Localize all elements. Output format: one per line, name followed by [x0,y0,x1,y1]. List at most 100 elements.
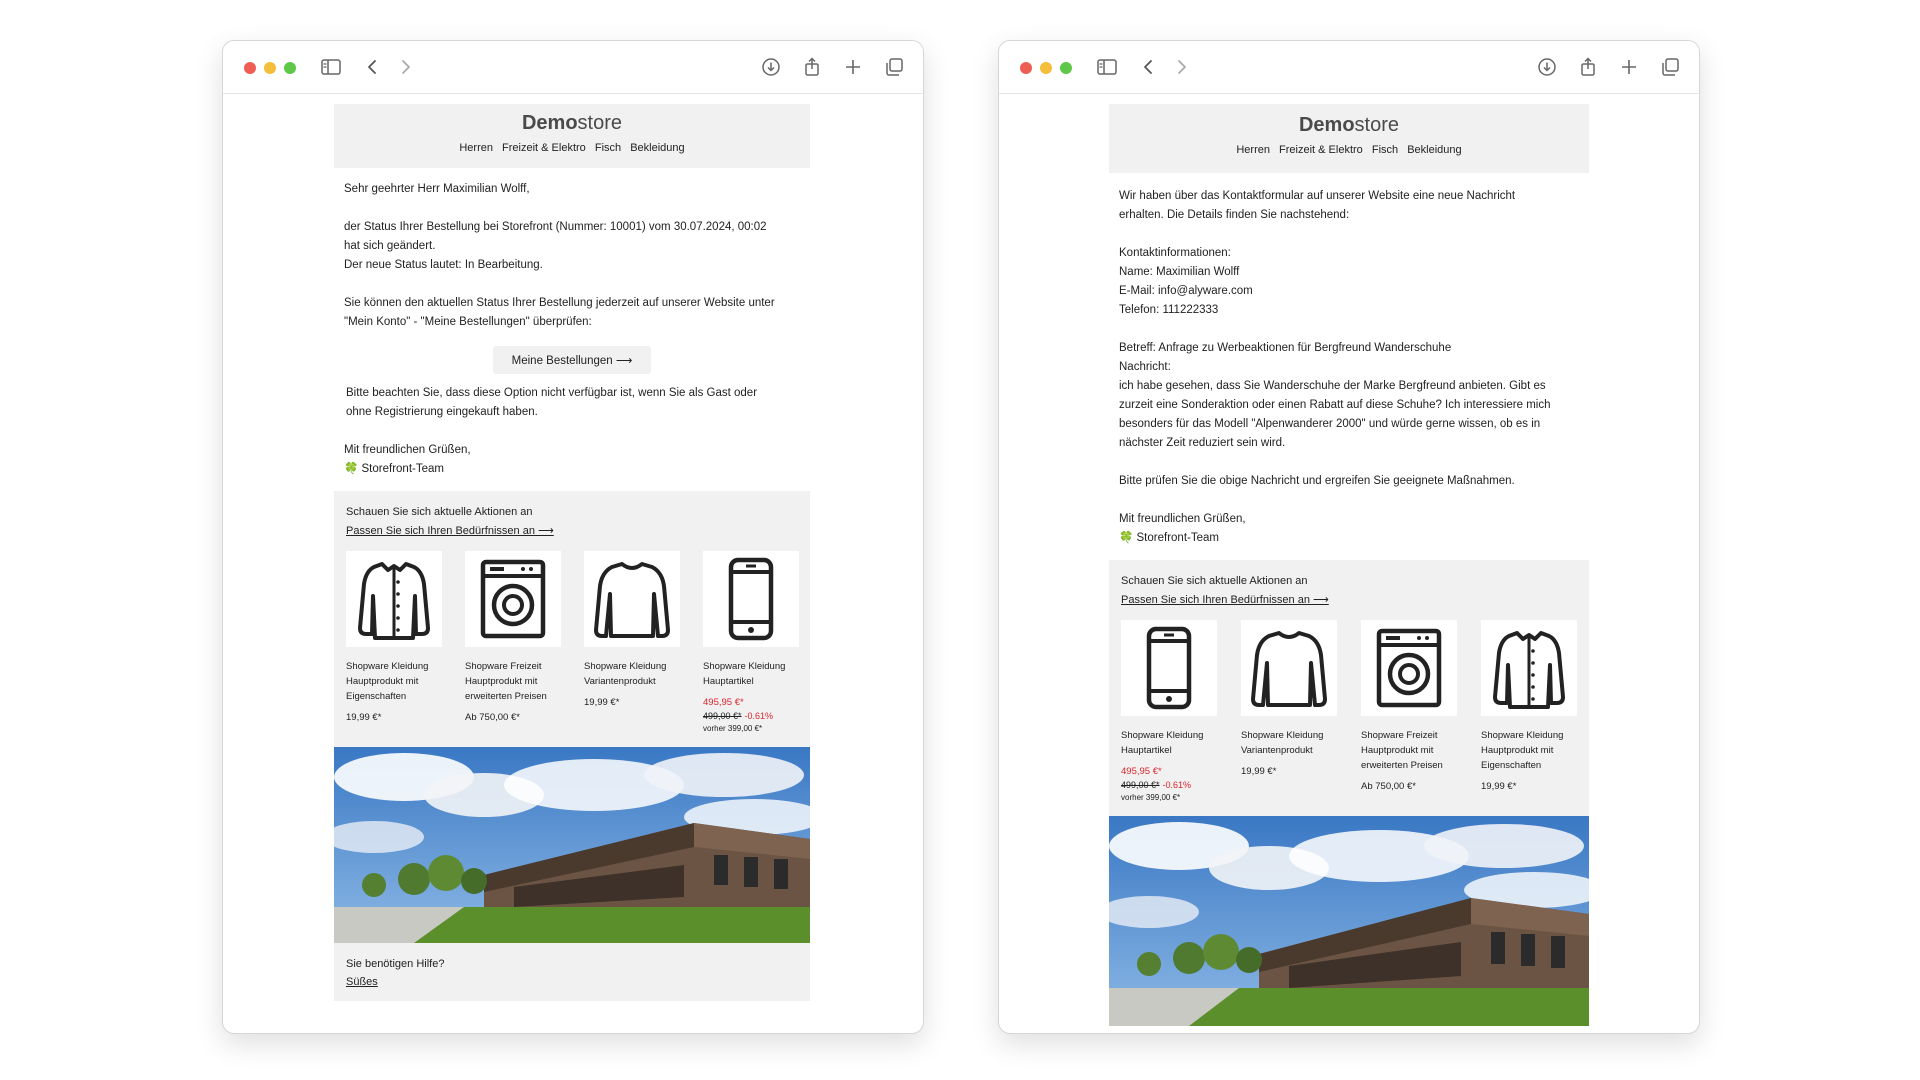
contact-form-email: Demostore Herren Freizeit & Elektro Fisc… [1109,104,1589,1026]
order-status-email: Demostore Herren Freizeit & Elektro Fisc… [334,104,810,1001]
share-icon[interactable] [1577,56,1599,78]
promotions-section: Schauen Sie sich aktuelle Aktionen an Pa… [1109,560,1589,816]
sidebar-icon[interactable] [320,56,342,78]
new-tab-icon[interactable] [842,56,864,78]
product-card[interactable]: Shopware Kleidung Hauptartikel 495,95 €*… [703,551,799,733]
product-name: Shopware Kleidung Hauptartikel [703,661,786,687]
guest-note: ohne Registrierung eingekauft haben. [346,406,538,418]
team-signature: 🍀 Storefront-Team [344,463,444,475]
contact-info-title: Kontaktinformationen: [1119,247,1231,259]
check-status-text: Sie können den aktuellen Status Ihrer Be… [344,297,775,309]
product-sale-price: 495,95 €* [1121,766,1162,777]
nav-item-freizeit-elektro[interactable]: Freizeit & Elektro [1279,144,1363,156]
intro-text: Wir haben über das Kontaktformular auf u… [1119,190,1516,202]
message-text: zurzeit eine Sonderaktion oder einen Rab… [1119,399,1551,411]
my-orders-button[interactable]: Meine Bestellungen ⟶ [492,346,652,374]
product-sale-price: 495,95 €* [703,697,744,708]
demostore-logo[interactable]: Demostore [334,110,810,136]
share-icon[interactable] [801,56,823,78]
maximize-window-button[interactable] [1060,62,1072,74]
product-old-price: 499,00 €* [703,711,742,721]
product-card[interactable]: Shopware Kleidung Hauptprodukt mit Eigen… [1481,620,1577,802]
forward-icon[interactable] [1170,56,1192,78]
main-navigation: Herren Freizeit & Elektro Fisch Bekleidu… [1109,144,1589,156]
team-signature: 🍀 Storefront-Team [1119,532,1219,544]
promotions-title: Schauen Sie sich aktuelle Aktionen an [346,506,533,518]
product-card[interactable]: Shopware Kleidung Variantenprodukt 19,99… [1241,620,1337,802]
jacket-icon [346,551,442,647]
promotions-link[interactable]: Passen Sie sich Ihren Bedürfnissen an ⟶ [346,525,554,537]
new-tab-icon[interactable] [1618,56,1640,78]
nav-item-bekleidung[interactable]: Bekleidung [1407,144,1461,156]
email-body: Sehr geehrter Herr Maximilian Wolff, der… [334,168,810,491]
nav-item-herren[interactable]: Herren [459,142,493,154]
jacket-icon [1481,620,1577,716]
contact-phone: Telefon: 111222333 [1119,304,1219,316]
download-icon[interactable] [1536,56,1558,78]
washing-machine-icon [1361,620,1457,716]
product-discount: -0.61% [1162,780,1192,790]
product-old-price-row: 499,00 €* -0.61% [1121,780,1217,790]
message-text: nächster Zeit reduziert sein wird. [1119,437,1286,449]
download-icon[interactable] [760,56,782,78]
tabs-overview-icon[interactable] [1659,56,1681,78]
email-header: Demostore Herren Freizeit & Elektro Fisc… [1109,104,1589,173]
smartphone-icon [1121,620,1217,716]
back-icon[interactable] [1138,56,1160,78]
help-question: Sie benötigen Hilfe? [346,958,445,970]
forward-icon[interactable] [394,56,416,78]
product-before-price: vorher 399,00 €* [1121,793,1181,802]
product-price: 19,99 €* [1481,781,1517,792]
demostore-logo[interactable]: Demostore [1109,112,1589,138]
product-card[interactable]: Shopware Kleidung Variantenprodukt 19,99… [584,551,680,733]
status-text-line: der Status Ihrer Bestellung bei Storefro… [344,221,767,233]
product-price: 19,99 €* [346,712,382,723]
product-price: 19,99 €* [584,697,620,708]
contact-email: E-Mail: info@alyware.com [1119,285,1253,297]
product-old-price: 499,00 €* [1121,780,1160,790]
product-card[interactable]: Shopware Freizeit Hauptprodukt mit erwei… [465,551,561,733]
store-building-image [334,747,810,943]
check-message-text: Bitte prüfen Sie die obige Nachricht und… [1119,475,1515,487]
nav-item-fisch[interactable]: Fisch [595,142,621,154]
browser-toolbar [223,41,923,94]
smartphone-icon [703,551,799,647]
product-price: 19,99 €* [1241,766,1277,777]
nav-item-fisch[interactable]: Fisch [1372,144,1398,156]
main-navigation: Herren Freizeit & Elektro Fisch Bekleidu… [334,142,810,154]
back-icon[interactable] [362,56,384,78]
new-status-text: Der neue Status lautet: In Bearbeitung. [344,259,543,271]
status-text-line: hat sich geändert. [344,240,436,252]
nav-item-freizeit-elektro[interactable]: Freizeit & Elektro [502,142,586,154]
greeting: Sehr geehrter Herr Maximilian Wolff, [344,183,530,195]
browser-window-left: Demostore Herren Freizeit & Elektro Fisc… [222,40,924,1034]
nav-item-bekleidung[interactable]: Bekleidung [630,142,684,154]
tabs-overview-icon[interactable] [883,56,905,78]
message-text: ich habe gesehen, dass Sie Wanderschuhe … [1119,380,1546,392]
sidebar-icon[interactable] [1096,56,1118,78]
message-text: besonders für das Modell "Alpenwanderer … [1119,418,1541,430]
product-card[interactable]: Shopware Kleidung Hauptprodukt mit Eigen… [346,551,442,733]
product-card[interactable]: Shopware Kleidung Hauptartikel 495,95 €*… [1121,620,1217,802]
sweater-icon [1241,620,1337,716]
help-link[interactable]: Süßes [346,976,378,988]
maximize-window-button[interactable] [284,62,296,74]
product-name: Shopware Kleidung Hauptartikel [1121,730,1204,756]
minimize-window-button[interactable] [1040,62,1052,74]
sweater-icon [584,551,680,647]
close-window-button[interactable] [1020,62,1032,74]
store-building-image [1109,816,1589,1026]
minimize-window-button[interactable] [264,62,276,74]
washing-machine-icon [465,551,561,647]
product-card[interactable]: Shopware Freizeit Hauptprodukt mit erwei… [1361,620,1457,802]
browser-toolbar [999,41,1699,94]
promotions-section: Schauen Sie sich aktuelle Aktionen an Pa… [334,491,810,747]
promotions-link[interactable]: Passen Sie sich Ihren Bedürfnissen an ⟶ [1121,594,1329,606]
closing: Mit freundlichen Grüßen, [344,444,471,456]
product-old-price-row: 499,00 €* -0.61% [703,711,799,721]
close-window-button[interactable] [244,62,256,74]
browser-window-right: Demostore Herren Freizeit & Elektro Fisc… [998,40,1700,1034]
nav-item-herren[interactable]: Herren [1236,144,1270,156]
email-body: Wir haben über das Kontaktformular auf u… [1109,173,1589,560]
help-section: Sie benötigen Hilfe? Süßes [334,943,810,1001]
